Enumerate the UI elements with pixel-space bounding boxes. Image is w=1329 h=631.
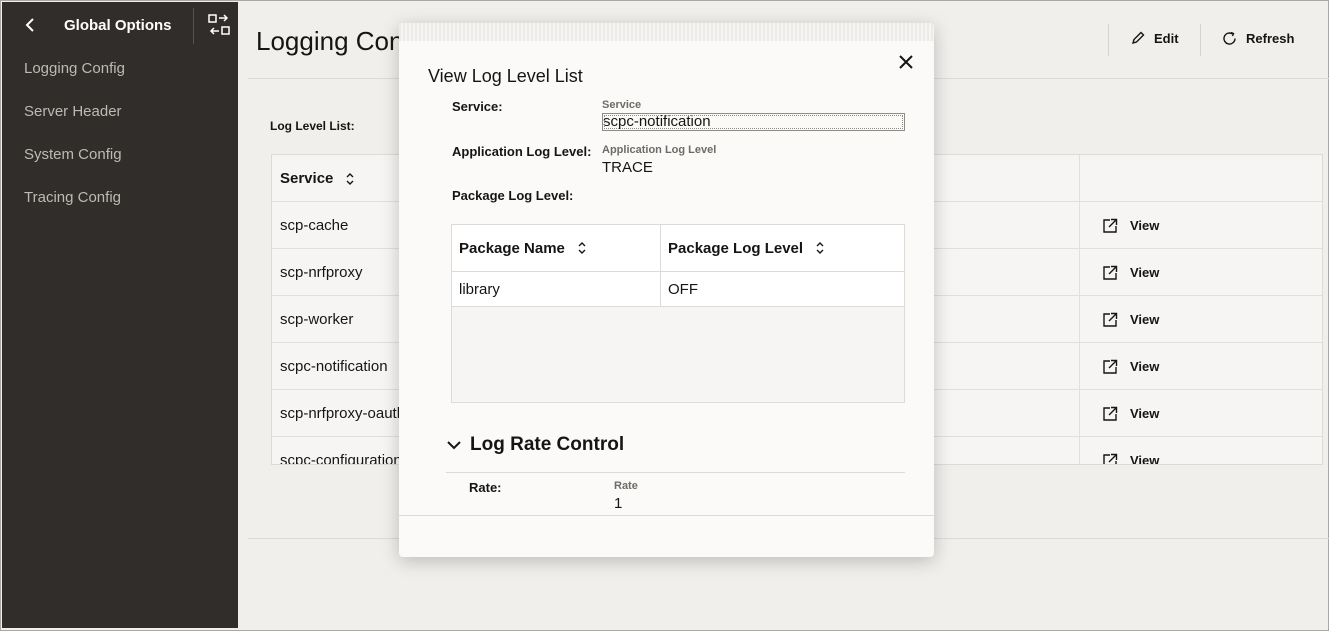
package-name-column-header[interactable]: Package Name [459,225,587,271]
view-button[interactable]: View [1102,202,1159,249]
application-log-level-label: Application Log Level: [452,144,592,159]
sidebar-header: Global Options [2,2,238,48]
view-label: View [1130,265,1160,280]
sort-icon [816,242,824,254]
dialog-title: View Log Level List [428,66,583,86]
view-label: View [1130,406,1160,421]
service-cell: scp-nrfproxy [280,264,363,281]
view-label: View [1130,312,1160,327]
sidebar-item-tracing-config[interactable]: Tracing Config [24,189,121,206]
package-name-cell: library [459,280,500,298]
section-title: Log Rate Control [470,434,625,455]
swap-layout-button[interactable] [206,13,232,37]
pencil-icon [1131,31,1145,45]
sidebar-item-logging-config[interactable]: Logging Config [24,60,125,77]
service-cell: scp-nrfproxy-oauth [280,405,406,422]
back-button[interactable] [20,14,40,36]
service-cell: scp-worker [280,311,354,328]
package-name-column-label: Package Name [459,239,565,257]
external-link-icon [1103,406,1118,421]
view-log-level-dialog: View Log Level List Service: Service scp… [399,23,934,557]
section-divider [446,472,905,473]
package-log-level-label: Package Log Level: [452,188,574,203]
dialog-header-strip [399,23,934,41]
external-link-icon [1103,359,1118,374]
refresh-label: Refresh [1246,31,1295,46]
package-log-level-column-label: Package Log Level [668,239,804,257]
package-log-level-table: Package Name Package Log Level library O… [451,224,905,403]
swap-layout-icon [208,14,230,35]
edit-button[interactable]: Edit [1130,30,1179,46]
service-cell: scp-cache [280,217,349,234]
external-link-icon [1103,312,1118,327]
view-label: View [1130,453,1160,465]
sidebar-divider [193,8,194,44]
log-level-list-label: Log Level List: [270,119,355,133]
view-button[interactable]: View [1102,249,1159,296]
chevron-down-icon [447,441,461,450]
external-link-icon [1103,453,1118,464]
log-rate-control-toggle[interactable]: Log Rate Control [446,434,624,456]
sidebar: Global Options Logging Config Server Hea… [2,2,238,628]
package-table-header-row: Package Name Package Log Level [452,225,904,272]
edit-label: Edit [1154,30,1179,46]
view-button[interactable]: View [1102,343,1159,390]
rate-label: Rate: [469,480,502,495]
application-log-level-value: TRACE [602,159,653,176]
chevron-left-icon [25,18,34,32]
column-divider [660,225,661,307]
package-level-cell: OFF [668,280,698,298]
table-row: library OFF [452,272,904,307]
service-field[interactable]: scpc-notification [602,113,905,131]
sidebar-title: Global Options [64,17,172,34]
sidebar-item-system-config[interactable]: System Config [24,146,122,163]
application-log-level-caption: Application Log Level [602,144,717,156]
view-label: View [1130,359,1160,374]
service-label: Service: [452,99,503,114]
service-cell: scpc-configuration [280,452,402,465]
service-column-label: Service [280,170,334,187]
view-button[interactable]: View [1102,296,1159,343]
refresh-button[interactable]: Refresh [1221,30,1294,47]
close-button[interactable] [895,51,917,73]
app-frame: Global Options Logging Config Server Hea… [0,0,1329,631]
view-button[interactable]: View [1102,437,1160,465]
external-link-icon [1103,265,1118,280]
service-cell: scpc-notification [280,358,388,375]
sort-icon [346,172,354,185]
service-column-header[interactable]: Service [280,155,355,202]
package-log-level-column-header[interactable]: Package Log Level [668,225,825,271]
close-icon [899,55,913,69]
header-divider [1108,24,1109,56]
dialog-footer-divider [399,515,934,516]
header-divider [1200,24,1201,56]
refresh-icon [1223,31,1236,45]
view-label: View [1130,218,1160,233]
sort-icon [578,242,586,254]
sidebar-item-server-header[interactable]: Server Header [24,103,122,120]
external-link-icon [1103,218,1118,233]
rate-value: 1 [614,495,623,512]
rate-caption: Rate [614,480,638,492]
view-button[interactable]: View [1102,390,1159,437]
service-field-caption: Service [602,99,642,111]
